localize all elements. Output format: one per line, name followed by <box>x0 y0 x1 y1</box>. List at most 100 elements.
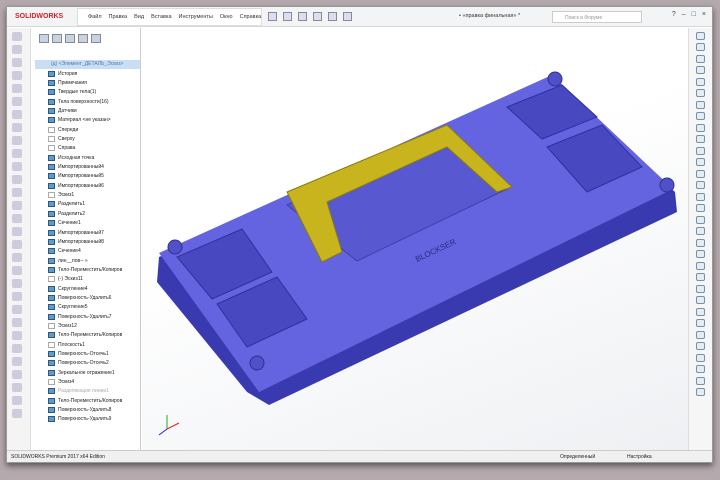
tool-icon[interactable] <box>696 238 705 247</box>
tool-icon[interactable] <box>12 214 22 223</box>
tree-item[interactable]: Справа <box>31 144 140 153</box>
tree-item[interactable]: Датчики <box>31 106 140 115</box>
options-icon[interactable] <box>343 12 353 21</box>
tree-item[interactable]: Импортированный8 <box>31 237 140 246</box>
tool-icon[interactable] <box>12 331 22 340</box>
tool-icon[interactable] <box>696 307 705 316</box>
tree-item[interactable]: Поверхность-Отсечь2 <box>31 359 140 368</box>
tool-icon[interactable] <box>696 169 705 178</box>
tool-icon[interactable] <box>12 97 22 106</box>
tool-icon[interactable] <box>12 110 22 119</box>
tool-icon[interactable] <box>696 365 705 373</box>
tree-item[interactable]: Тело-Переместить/Копиров <box>31 396 140 405</box>
tool-icon[interactable] <box>12 162 22 171</box>
tool-icon[interactable] <box>696 135 705 143</box>
tool-icon[interactable] <box>12 84 22 93</box>
tree-item[interactable]: лин__пов-- » <box>31 256 140 265</box>
new-file-icon[interactable] <box>268 12 278 21</box>
tool-icon[interactable] <box>696 273 705 281</box>
tool-icon[interactable] <box>12 344 22 353</box>
tool-icon[interactable] <box>696 31 705 40</box>
tool-icon[interactable] <box>696 215 705 224</box>
tree-item[interactable]: Поверхность-Удалить9 <box>31 415 140 424</box>
search-input[interactable]: Поиск в Форуме <box>552 11 642 23</box>
tool-icon[interactable] <box>696 388 705 396</box>
tool-icon[interactable] <box>696 77 705 86</box>
tool-icon[interactable] <box>696 261 705 270</box>
tool-icon[interactable] <box>12 305 22 314</box>
tool-icon[interactable] <box>12 71 22 80</box>
tool-icon[interactable] <box>12 383 22 392</box>
tool-icon[interactable] <box>696 123 705 132</box>
tool-icon[interactable] <box>12 201 22 210</box>
tree-item[interactable]: Разделить2 <box>31 209 140 218</box>
tool-icon[interactable] <box>696 100 705 109</box>
tree-item[interactable]: Тела поверхности(16) <box>31 97 140 106</box>
tool-icon[interactable] <box>696 227 705 235</box>
dimxpert-tab[interactable] <box>78 34 88 43</box>
tool-icon[interactable] <box>12 227 22 236</box>
tool-icon[interactable] <box>696 54 705 63</box>
menu-item[interactable]: Вид <box>134 14 144 20</box>
tool-icon[interactable] <box>12 240 22 249</box>
tree-item[interactable]: Импортированный4 <box>31 162 140 171</box>
minimize-button[interactable]: – <box>682 11 686 18</box>
tool-icon[interactable] <box>12 58 22 67</box>
menu-item[interactable]: Правка <box>109 14 128 20</box>
tool-icon[interactable] <box>12 357 22 366</box>
graphics-viewport[interactable]: BLOCKSER <box>142 28 688 450</box>
property-tab[interactable] <box>52 34 62 43</box>
tool-icon[interactable] <box>12 149 22 158</box>
tool-icon[interactable] <box>12 32 22 41</box>
tool-icon[interactable] <box>696 376 705 385</box>
menu-item[interactable]: Окно <box>220 14 233 20</box>
tree-item[interactable]: Тело-Переместить/Копиров <box>31 331 140 340</box>
tool-icon[interactable] <box>696 204 705 212</box>
tool-icon[interactable] <box>696 112 705 120</box>
tool-icon[interactable] <box>696 330 705 339</box>
tool-icon[interactable] <box>12 396 22 405</box>
tree-item[interactable]: Исходная точка <box>31 153 140 162</box>
settings-dropdown[interactable]: Настройка <box>627 454 652 460</box>
config-tab[interactable] <box>65 34 75 43</box>
menu-item[interactable]: Инструменты <box>179 14 213 20</box>
tree-item[interactable]: Эскиз1 <box>31 190 140 199</box>
select-icon[interactable] <box>328 12 338 21</box>
tool-icon[interactable] <box>696 66 705 74</box>
tree-item[interactable]: Импортированный5 <box>31 172 140 181</box>
tree-item[interactable]: Спереди <box>31 125 140 134</box>
tool-icon[interactable] <box>12 188 22 197</box>
tool-icon[interactable] <box>696 284 705 293</box>
tool-icon[interactable] <box>696 250 705 258</box>
tool-icon[interactable] <box>696 296 705 304</box>
tree-item[interactable]: Поверхность-Удалить8 <box>31 405 140 414</box>
tree-item[interactable]: Сечение1 <box>31 219 140 228</box>
tree-item[interactable]: Поверхность-Отсечь1 <box>31 349 140 358</box>
open-file-icon[interactable] <box>283 12 293 21</box>
tool-icon[interactable] <box>12 123 22 132</box>
tool-icon[interactable] <box>696 353 705 362</box>
tree-root[interactable]: (д) <Элемент_ДЕТАЛЬ_Эскиз> <box>35 60 140 69</box>
tree-item[interactable]: История <box>31 69 140 78</box>
maximize-button[interactable]: □ <box>692 11 696 18</box>
menu-item[interactable]: Справка <box>240 14 262 20</box>
tree-item[interactable]: Импортированный7 <box>31 228 140 237</box>
menu-item[interactable]: Вставка <box>151 14 171 20</box>
menu-item[interactable]: Файл <box>88 14 102 20</box>
tool-icon[interactable] <box>696 89 705 97</box>
tool-icon[interactable] <box>696 319 705 327</box>
tool-icon[interactable] <box>696 158 705 166</box>
tree-item[interactable]: Тело-Переместить/Копиров <box>31 265 140 274</box>
tree-item[interactable]: Скругление5 <box>31 303 140 312</box>
tool-icon[interactable] <box>696 342 705 350</box>
tool-icon[interactable] <box>12 253 22 262</box>
tool-icon[interactable] <box>12 266 22 275</box>
tree-item[interactable]: Импортированный6 <box>31 181 140 190</box>
tool-icon[interactable] <box>12 292 22 301</box>
tree-item[interactable]: Примечания <box>31 78 140 87</box>
tool-icon[interactable] <box>696 43 705 51</box>
tool-icon[interactable] <box>12 175 22 184</box>
tree-item[interactable]: Поверхность-Удалить6 <box>31 293 140 302</box>
tool-icon[interactable] <box>12 45 22 54</box>
print-icon[interactable] <box>313 12 323 21</box>
